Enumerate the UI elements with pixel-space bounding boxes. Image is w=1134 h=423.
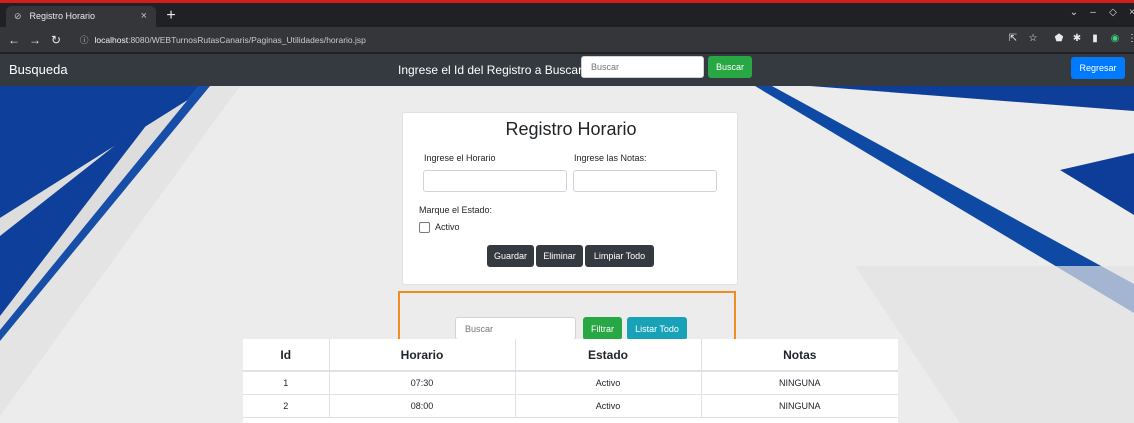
cell-notas: NINGUNA (701, 371, 898, 395)
table-header-row: Id Horario Estado Notas (243, 339, 898, 372)
url-path: :8080/WEBTurnosRutasCanaris/Paginas_Util… (128, 35, 366, 45)
close-icon[interactable]: × (141, 6, 147, 27)
cell-estado: Activo (515, 394, 702, 418)
horario-label: Ingrese el Horario (424, 153, 496, 163)
limpiar-todo-button[interactable]: Limpiar Todo (585, 245, 654, 267)
filtrar-button[interactable]: Filtrar (583, 317, 622, 340)
star-icon[interactable]: ☆ (1027, 33, 1039, 45)
horarios-table-card: Id Horario Estado Notas 1 07:30 Activo N… (243, 339, 898, 423)
regresar-button[interactable]: Regresar (1071, 57, 1125, 79)
notas-field[interactable] (573, 170, 717, 192)
kebab-menu-icon[interactable]: ⋮ (1126, 33, 1134, 45)
tab-title: Registro Horario (29, 11, 96, 21)
eliminar-button[interactable]: Eliminar (536, 245, 583, 267)
plus-icon[interactable]: + (162, 7, 180, 25)
forward-arrow-icon[interactable]: → (27, 32, 43, 48)
tab-strip: ⊘ Registro Horario × + ⌄ – ◇ × (0, 3, 1134, 27)
reload-icon[interactable]: ↻ (48, 32, 64, 48)
cell-horario: 08:00 (329, 394, 516, 418)
activo-label: Activo (435, 222, 460, 232)
registro-form-card: Registro Horario Ingrese el Horario Ingr… (402, 112, 738, 285)
filter-panel: Filtrar Listar Todo (398, 291, 736, 346)
notas-label: Ingrese las Notas: (574, 153, 647, 163)
browser-window: ⊘ Registro Horario × + ⌄ – ◇ × ← → ↻ ⓘ lo… (0, 0, 1134, 423)
url-host: localhost (94, 35, 129, 45)
guardar-button[interactable]: Guardar (487, 245, 534, 267)
globe-icon: ⊘ (14, 11, 22, 21)
sidebar-icon[interactable]: ▮ (1089, 33, 1101, 45)
table-row[interactable]: 1 07:30 Activo NINGUNA (243, 371, 898, 395)
cell-estado: Activo (515, 371, 702, 395)
puzzle-icon[interactable]: ✱ (1071, 33, 1083, 45)
share-icon[interactable]: ⇱ (1007, 33, 1019, 45)
buscar-button[interactable]: Buscar (708, 56, 752, 78)
activo-checkbox[interactable] (419, 222, 430, 233)
top-navbar: Busqueda Ingrese el Id del Registro a Bu… (0, 54, 1134, 86)
minimize-icon[interactable]: – (1082, 7, 1104, 18)
cell-id: 1 (243, 371, 330, 395)
browser-toolbar: ← → ↻ ⓘ localhost:8080/WEBTurnosRutasCana… (0, 27, 1134, 53)
listar-todo-button[interactable]: Listar Todo (627, 317, 687, 340)
url-bar[interactable]: ⓘ localhost:8080/WEBTurnosRutasCanaris/Pa… (70, 31, 1000, 49)
info-icon: ⓘ (80, 35, 89, 45)
estado-label: Marque el Estado: (419, 205, 493, 215)
header-horario[interactable]: Horario (329, 339, 516, 372)
active-tab[interactable]: ⊘ Registro Horario × (6, 6, 156, 27)
cell-id: 2 (243, 394, 330, 418)
header-notas[interactable]: Notas (701, 339, 898, 372)
profile-icon[interactable]: ◉ (1109, 33, 1121, 45)
close-window-icon[interactable]: × (1121, 7, 1134, 18)
web-page: Busqueda Ingrese el Id del Registro a Bu… (0, 54, 1134, 423)
id-search-input[interactable] (581, 56, 704, 78)
page-title: Registro Horario (505, 119, 637, 139)
cell-notas: NINGUNA (701, 394, 898, 418)
id-search-label: Ingrese el Id del Registro a Buscar (398, 63, 583, 77)
filter-search-input[interactable] (455, 317, 576, 340)
horario-field[interactable] (423, 170, 567, 192)
cell-horario: 07:30 (329, 371, 516, 395)
table-row[interactable]: 2 08:00 Activo NINGUNA (243, 394, 898, 418)
header-id[interactable]: Id (243, 339, 330, 372)
horarios-table: Id Horario Estado Notas 1 07:30 Activo N… (243, 339, 898, 418)
navbar-brand[interactable]: Busqueda (9, 62, 68, 77)
shield-icon[interactable]: ⬟ (1053, 33, 1065, 45)
back-arrow-icon[interactable]: ← (6, 32, 22, 48)
header-estado[interactable]: Estado (515, 339, 702, 372)
